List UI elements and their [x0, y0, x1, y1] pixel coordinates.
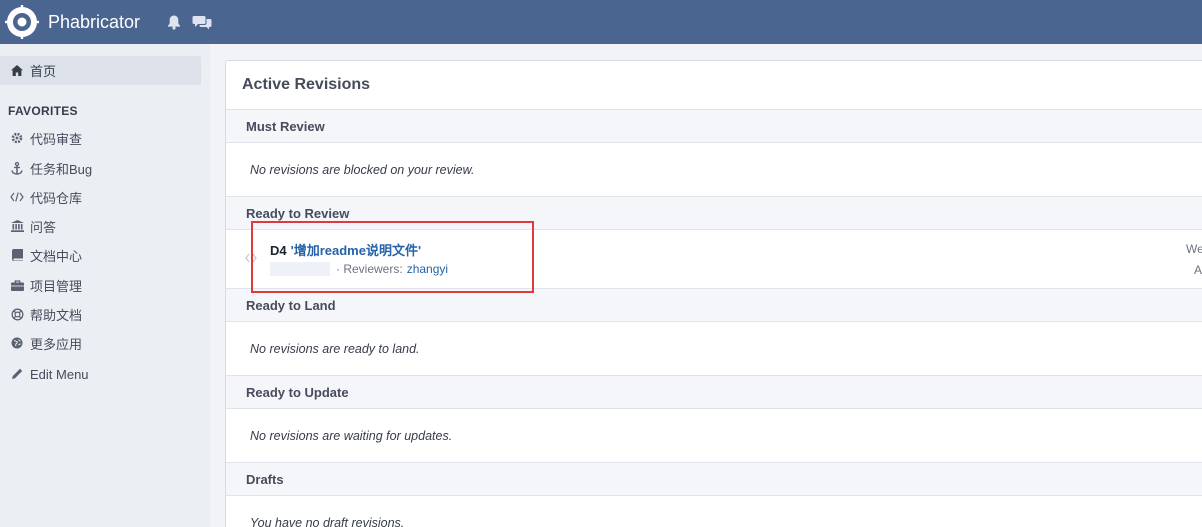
sidebar-item-repositories[interactable]: 代码仓库 [0, 184, 201, 210]
sidebar-item-projects[interactable]: 项目管理 [0, 272, 201, 298]
briefcase-icon [10, 279, 24, 291]
section-heading-must-review: Must Review [226, 110, 1202, 143]
chat-icon[interactable] [192, 12, 212, 32]
sidebar-item-label: 项目管理 [30, 278, 83, 294]
anchor-icon [10, 161, 24, 175]
globe-icon [10, 337, 24, 349]
reviewer-link[interactable]: zhangyi [407, 262, 448, 276]
ready-to-land-empty-text: No revisions are ready to land. [226, 322, 1202, 376]
sidebar-item-label: 问答 [30, 219, 57, 235]
active-revisions-panel: Active Revisions Must Review No revision… [225, 60, 1202, 527]
section-heading-ready-to-update: Ready to Update [226, 376, 1202, 409]
code-icon [245, 252, 257, 266]
book-icon [10, 249, 24, 261]
revision-meta: · Reviewers: zhangyi [270, 262, 448, 276]
sidebar-item-label: 帮助文档 [30, 307, 83, 323]
app-name-link[interactable]: Phabricator [48, 12, 140, 33]
section-heading-ready-to-land: Ready to Land [226, 289, 1202, 322]
sidebar-item-docs[interactable]: 文档中心 [0, 242, 201, 268]
revision-row[interactable]: D4 '增加readme说明文件' · Reviewers: zhangyi We… [226, 230, 1202, 289]
sidebar-item-edit-menu[interactable]: Edit Menu [0, 361, 201, 387]
bell-icon[interactable] [164, 12, 184, 32]
bank-icon [10, 220, 24, 232]
sidebar-item-help[interactable]: 帮助文档 [0, 301, 201, 327]
revision-status-text: A [1194, 263, 1202, 277]
reviewers-label: · Reviewers: [336, 262, 403, 276]
top-navigation-bar: Phabricator [0, 0, 1202, 44]
favorites-heading: FAVORITES [8, 104, 78, 118]
redacted-author [270, 262, 330, 276]
page-title: Active Revisions [226, 61, 1202, 110]
sidebar-item-label: 文档中心 [30, 248, 83, 264]
lifebuoy-icon [10, 308, 24, 321]
sidebar-item-label: 代码审查 [30, 131, 83, 147]
must-review-empty-text: No revisions are blocked on your review. [226, 143, 1202, 197]
revision-name-link[interactable]: '增加readme说明文件' [291, 243, 421, 258]
ready-to-update-empty-text: No revisions are waiting for updates. [226, 409, 1202, 463]
sidebar-item-home[interactable]: 首页 [0, 56, 201, 85]
sidebar-item-code-review[interactable]: 代码审查 [0, 125, 201, 151]
sidebar-item-label: Edit Menu [30, 366, 89, 382]
revision-id-link[interactable]: D4 [270, 243, 287, 258]
section-heading-drafts: Drafts [226, 463, 1202, 496]
sidebar: 首页 FAVORITES 代码审查 任务和Bug 代码仓库 问答 文档中心 项目… [0, 44, 210, 527]
sidebar-item-label: 代码仓库 [30, 190, 83, 206]
eye-logo-icon[interactable] [4, 4, 40, 40]
revision-date-text: We [1186, 242, 1202, 256]
section-heading-ready-to-review: Ready to Review [226, 197, 1202, 230]
sidebar-item-label: 任务和Bug [30, 161, 93, 177]
code-icon [10, 192, 24, 202]
gear-icon [10, 132, 24, 144]
sidebar-item-tasks[interactable]: 任务和Bug [0, 155, 201, 181]
pencil-icon [10, 368, 24, 380]
home-icon [10, 65, 24, 76]
drafts-empty-text: You have no draft revisions. [250, 516, 405, 527]
sidebar-item-more-apps[interactable]: 更多应用 [0, 330, 201, 356]
revision-title: D4 '增加readme说明文件' [270, 240, 421, 259]
sidebar-item-questions[interactable]: 问答 [0, 213, 201, 239]
sidebar-item-label: 首页 [30, 64, 57, 79]
sidebar-item-label: 更多应用 [30, 336, 83, 352]
